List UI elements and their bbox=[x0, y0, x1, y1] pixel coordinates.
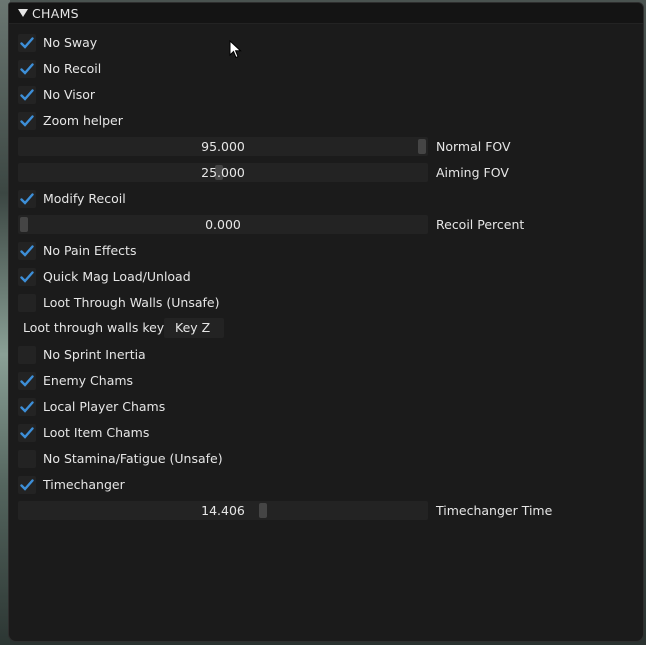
slider-normal-fov-row: 95.000 Normal FOV bbox=[9, 137, 643, 159]
slider-aiming-fov-row: 25.000 Aiming FOV bbox=[9, 163, 643, 185]
checkbox-no-stamina[interactable]: No Stamina/Fatigue (Unsafe) bbox=[9, 449, 643, 471]
slider-normal-fov[interactable]: 95.000 bbox=[18, 137, 428, 156]
checkbox-label: Loot Item Chams bbox=[43, 425, 150, 440]
checkbox-label: Quick Mag Load/Unload bbox=[43, 269, 191, 284]
checkbox-label: Enemy Chams bbox=[43, 373, 134, 388]
checkmark-icon bbox=[20, 89, 34, 101]
keybind-label: Loot through walls key bbox=[23, 320, 165, 335]
keybind-value: Key Z bbox=[175, 320, 211, 335]
mouse-pointer-icon bbox=[229, 40, 242, 59]
checkbox-modify-recoil[interactable]: Modify Recoil bbox=[9, 189, 643, 211]
slider-label: Timechanger Time bbox=[436, 503, 553, 518]
slider-label: Recoil Percent bbox=[436, 217, 525, 232]
checkbox-timechanger[interactable]: Timechanger bbox=[9, 475, 643, 497]
checkbox-box[interactable] bbox=[18, 86, 36, 104]
checkbox-box[interactable] bbox=[18, 424, 36, 442]
checkbox-box[interactable] bbox=[18, 476, 36, 494]
checkbox-quick-mag[interactable]: Quick Mag Load/Unload bbox=[9, 267, 643, 289]
checkbox-label: Loot Through Walls (Unsafe) bbox=[43, 295, 220, 310]
slider-label: Normal FOV bbox=[436, 139, 511, 154]
checkbox-box[interactable] bbox=[18, 450, 36, 468]
checkbox-no-sprint-inertia[interactable]: No Sprint Inertia bbox=[9, 345, 643, 367]
checkmark-icon bbox=[20, 401, 34, 413]
slider-value: 95.000 bbox=[201, 139, 245, 154]
checkbox-loot-item-chams[interactable]: Loot Item Chams bbox=[9, 423, 643, 445]
checkmark-icon bbox=[20, 271, 34, 283]
checkbox-box[interactable] bbox=[18, 190, 36, 208]
slider-timechanger-time[interactable]: 14.406 bbox=[18, 501, 428, 520]
checkmark-icon bbox=[20, 245, 34, 257]
triangle-down-icon bbox=[18, 9, 28, 17]
checkbox-label: Local Player Chams bbox=[43, 399, 166, 414]
checkbox-local-player-chams[interactable]: Local Player Chams bbox=[9, 397, 643, 419]
checkmark-icon bbox=[20, 375, 34, 387]
checkmark-icon bbox=[20, 37, 34, 49]
slider-label: Aiming FOV bbox=[436, 165, 509, 180]
checkbox-label: No Stamina/Fatigue (Unsafe) bbox=[43, 451, 223, 466]
checkbox-zoom-helper[interactable]: Zoom helper bbox=[9, 111, 643, 133]
checkbox-no-sway[interactable]: No Sway bbox=[9, 33, 643, 55]
checkmark-icon bbox=[20, 115, 34, 127]
checkbox-box[interactable] bbox=[18, 294, 36, 312]
checkbox-box[interactable] bbox=[18, 34, 36, 52]
keybind-button[interactable]: Key Z bbox=[164, 318, 224, 338]
checkbox-label: Timechanger bbox=[43, 477, 125, 492]
checkbox-no-recoil[interactable]: No Recoil bbox=[9, 59, 643, 81]
checkbox-box[interactable] bbox=[18, 398, 36, 416]
checkbox-label: No Sprint Inertia bbox=[43, 347, 146, 362]
checkbox-enemy-chams[interactable]: Enemy Chams bbox=[9, 371, 643, 393]
checkbox-no-visor[interactable]: No Visor bbox=[9, 85, 643, 107]
slider-timechanger-time-row: 14.406 Timechanger Time bbox=[9, 501, 643, 523]
collapsing-header-chams[interactable]: CHAMS bbox=[9, 3, 643, 24]
slider-aiming-fov[interactable]: 25.000 bbox=[18, 163, 428, 182]
cheat-menu-window: CHAMS No Sway No Recoil No Visor Zoom he… bbox=[8, 2, 644, 642]
slider-recoil-percent-row: 0.000 Recoil Percent bbox=[9, 215, 643, 237]
slider-value: 14.406 bbox=[201, 503, 245, 518]
checkbox-box[interactable] bbox=[18, 346, 36, 364]
checkbox-loot-through-walls[interactable]: Loot Through Walls (Unsafe) bbox=[9, 293, 643, 315]
checkmark-icon bbox=[20, 479, 34, 491]
checkbox-box[interactable] bbox=[18, 60, 36, 78]
checkmark-icon bbox=[20, 427, 34, 439]
checkbox-box[interactable] bbox=[18, 372, 36, 390]
checkbox-no-pain-effects[interactable]: No Pain Effects bbox=[9, 241, 643, 263]
section-title: CHAMS bbox=[32, 6, 79, 21]
slider-recoil-percent[interactable]: 0.000 bbox=[18, 215, 428, 234]
slider-value: 0.000 bbox=[205, 217, 241, 232]
checkbox-box[interactable] bbox=[18, 112, 36, 130]
slider-value: 25.000 bbox=[201, 165, 245, 180]
checkbox-label: Zoom helper bbox=[43, 113, 123, 128]
checkbox-label: No Sway bbox=[43, 35, 98, 50]
keybind-loot-walls-row: Loot through walls key Key Z bbox=[9, 318, 643, 340]
checkbox-label: No Pain Effects bbox=[43, 243, 137, 258]
checkbox-label: No Recoil bbox=[43, 61, 102, 76]
checkbox-label: Modify Recoil bbox=[43, 191, 126, 206]
checkbox-label: No Visor bbox=[43, 87, 96, 102]
checkbox-box[interactable] bbox=[18, 242, 36, 260]
checkmark-icon bbox=[20, 193, 34, 205]
checkmark-icon bbox=[20, 63, 34, 75]
checkbox-box[interactable] bbox=[18, 268, 36, 286]
